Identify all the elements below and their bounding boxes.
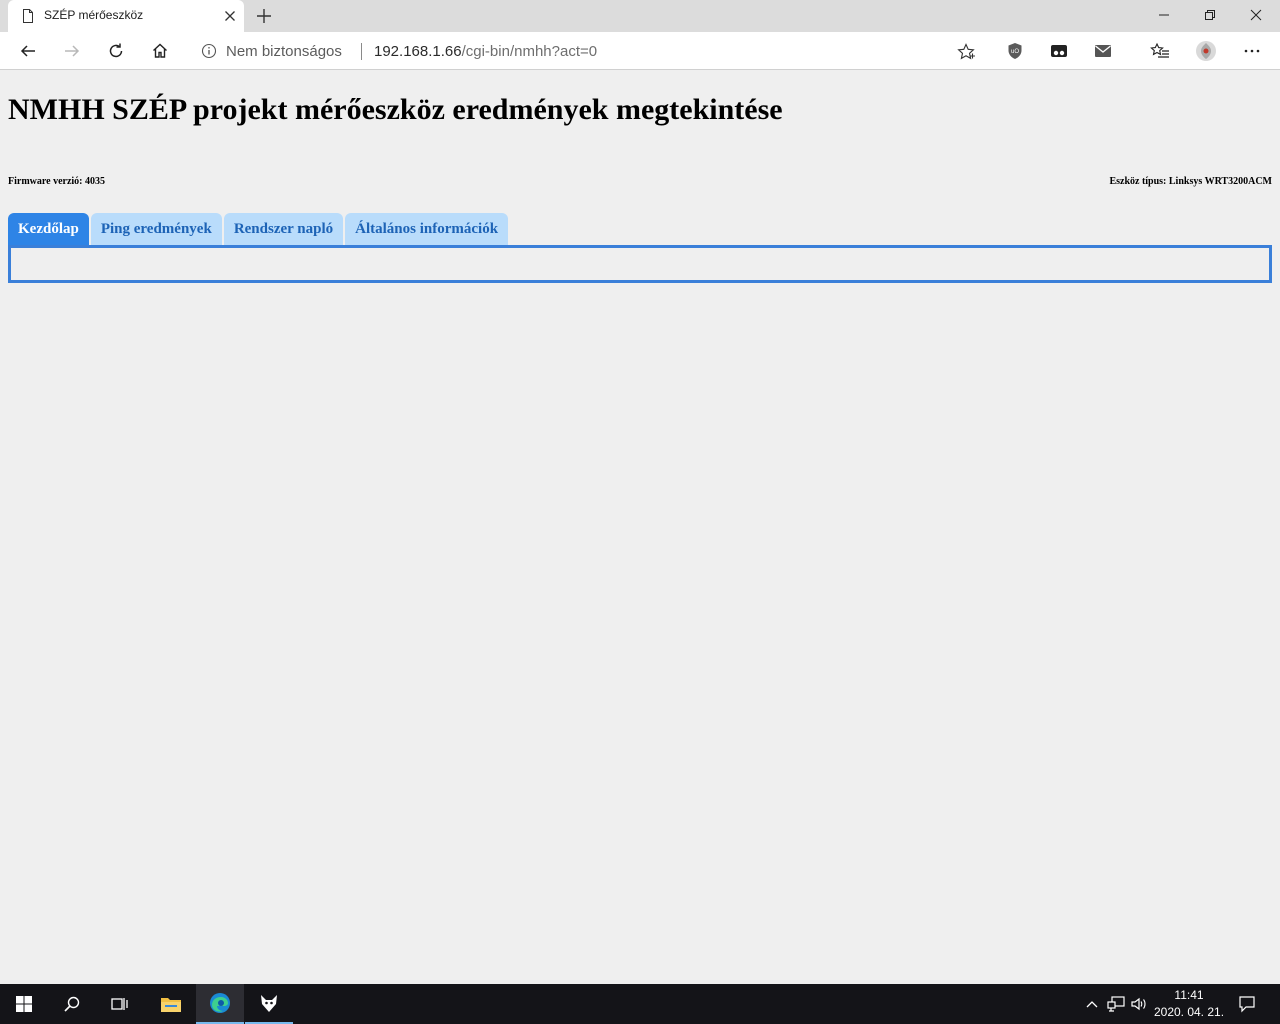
- new-tab-icon[interactable]: [252, 4, 276, 28]
- app-taskbar-button[interactable]: [245, 984, 293, 1024]
- favorite-star-icon[interactable]: [956, 42, 976, 62]
- collections-icon: [1051, 45, 1067, 57]
- settings-more-button[interactable]: [1238, 38, 1266, 64]
- minimize-icon: [1159, 14, 1169, 16]
- clock-time: 11:41: [1174, 988, 1204, 1002]
- security-label[interactable]: Nem biztonságos: [226, 43, 342, 60]
- start-button[interactable]: [0, 984, 48, 1024]
- notifications-button[interactable]: [1232, 984, 1262, 1024]
- windows-logo-icon: [16, 996, 32, 1012]
- speaker-icon: [1131, 997, 1146, 1011]
- restore-icon: [1205, 10, 1215, 20]
- search-icon: [64, 996, 80, 1012]
- tab-title: SZÉP mérőeszköz: [44, 8, 144, 22]
- folder-icon: [161, 998, 181, 1012]
- page-tabs: Kezdőlap Ping eredmények Rendszer napló …: [8, 213, 509, 245]
- collections-extension-button[interactable]: [1045, 38, 1073, 64]
- task-view-button[interactable]: [96, 984, 144, 1024]
- home-button[interactable]: [144, 36, 176, 66]
- url-text[interactable]: 192.168.1.66/cgi-bin/nmhh?act=0: [374, 43, 597, 60]
- browser-tabstrip: SZÉP mérőeszköz: [0, 0, 1280, 32]
- page-content: NMHH SZÉP projekt mérőeszköz eredmények …: [0, 71, 1280, 984]
- edge-icon: [210, 993, 230, 1013]
- more-icon: [1244, 49, 1260, 53]
- network-icon: [1107, 996, 1125, 1012]
- page-icon: [23, 9, 33, 23]
- close-icon: [1250, 9, 1262, 21]
- file-explorer-button[interactable]: [147, 984, 195, 1024]
- url-path: /cgi-bin/nmhh?act=0: [461, 43, 598, 60]
- show-hidden-icons-button[interactable]: [1082, 984, 1102, 1024]
- info-icon[interactable]: [201, 43, 217, 59]
- avatar: [1196, 41, 1216, 61]
- device-type: Eszköz típus: Linksys WRT3200ACM: [1109, 176, 1272, 187]
- home-icon: [153, 43, 167, 58]
- forward-arrow-icon: [65, 45, 80, 57]
- favorites-list-icon: [1150, 42, 1169, 58]
- refresh-button[interactable]: [100, 36, 132, 66]
- tab-general-info[interactable]: Általános információk: [345, 213, 509, 245]
- profile-button[interactable]: [1192, 38, 1220, 64]
- refresh-icon: [109, 43, 123, 58]
- url-host: 192.168.1.66: [374, 43, 462, 60]
- clock-date: 2020. 04. 21.: [1153, 1005, 1225, 1019]
- favorites-button[interactable]: [1146, 38, 1174, 64]
- close-tab-icon[interactable]: [222, 8, 238, 24]
- network-button[interactable]: [1104, 984, 1128, 1024]
- tab-ping-results[interactable]: Ping eredmények: [90, 213, 222, 245]
- volume-button[interactable]: [1128, 984, 1150, 1024]
- minimize-button[interactable]: [1141, 0, 1187, 30]
- tab-home[interactable]: Kezdőlap: [8, 213, 89, 245]
- edge-taskbar-button[interactable]: [196, 984, 244, 1024]
- search-button[interactable]: [48, 984, 96, 1024]
- address-separator: [361, 43, 362, 60]
- close-window-button[interactable]: [1233, 0, 1279, 30]
- address-bar[interactable]: Nem biztonságos 192.168.1.66/cgi-bin/nmh…: [188, 36, 986, 66]
- taskbar: 11:41 2020. 04. 21.: [0, 984, 1280, 1024]
- fox-app-icon: [261, 995, 277, 1012]
- back-arrow-icon: [20, 45, 35, 57]
- ublock-extension-button[interactable]: uO: [1001, 38, 1029, 64]
- tab-system-log[interactable]: Rendszer napló: [223, 213, 344, 245]
- task-view-icon: [111, 998, 128, 1010]
- restore-button[interactable]: [1187, 0, 1233, 30]
- browser-tab[interactable]: SZÉP mérőeszköz: [8, 0, 244, 32]
- firmware-version: Firmware verzió: 4035: [8, 176, 105, 187]
- back-button[interactable]: [12, 36, 44, 66]
- mail-extension-button[interactable]: [1089, 38, 1117, 64]
- shield-icon: uO: [1008, 43, 1022, 59]
- chevron-up-icon: [1086, 1001, 1098, 1008]
- browser-toolbar: Nem biztonságos 192.168.1.66/cgi-bin/nmh…: [0, 32, 1280, 70]
- forward-button[interactable]: [56, 36, 88, 66]
- notification-icon: [1239, 996, 1255, 1013]
- page-title: NMHH SZÉP projekt mérőeszköz eredmények …: [8, 93, 783, 126]
- mail-icon: [1095, 45, 1111, 57]
- taskbar-clock[interactable]: 11:41 2020. 04. 21.: [1150, 987, 1228, 1021]
- tab-panel: [8, 245, 1272, 283]
- svg-text:uO: uO: [1011, 49, 1019, 55]
